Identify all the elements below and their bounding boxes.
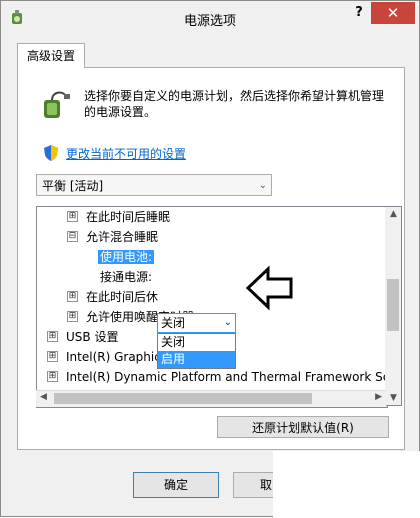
battery-setting-dropdown: 关闭 启用 [157, 333, 236, 369]
collapse-icon[interactable]: ⊟ [67, 231, 78, 242]
tree-item-plugged-in[interactable]: 接通电源: [100, 267, 152, 287]
dropdown-option-off[interactable]: 关闭 [158, 334, 235, 351]
tree-item-label: 接通电源: [100, 270, 153, 284]
tree-item-hybrid-sleep[interactable]: ⊟ 允许混合睡眠 [67, 227, 158, 247]
scroll-down-icon[interactable]: ▼ [385, 393, 402, 403]
tab-advanced-settings[interactable]: 高级设置 [17, 43, 85, 68]
ok-button[interactable]: 确定 [133, 472, 219, 498]
expand-icon[interactable]: ⊞ [67, 211, 78, 222]
expand-icon[interactable]: ⊞ [67, 291, 78, 302]
uac-shield-icon [43, 144, 59, 162]
scroll-right-icon[interactable]: ▶ [375, 392, 382, 402]
help-button[interactable]: ? [349, 5, 369, 23]
chevron-down-icon: ⌄ [223, 317, 232, 328]
cropped-area [273, 451, 420, 518]
tree-item-on-battery[interactable]: 使用电池: [98, 247, 155, 267]
battery-setting-value: 关闭 [161, 316, 186, 330]
restore-defaults-button[interactable]: 还原计划默认值(R) [217, 416, 389, 438]
tree-item-label: 允许混合睡眠 [86, 230, 159, 244]
power-plan-value: 平衡 [活动] [42, 179, 104, 193]
dropdown-option-on[interactable]: 启用 [158, 351, 235, 368]
tree-item-label: 在此时间后睡眠 [86, 210, 171, 224]
tree-horizontal-scrollbar[interactable]: ◀ ▶ [36, 390, 386, 407]
chevron-down-icon: ⌄ [258, 180, 267, 191]
scroll-thumb[interactable] [387, 279, 399, 331]
intro-description: 选择你要自定义的电源计划，然后选择你希望计算机管理的电源设置。 [84, 89, 385, 119]
tree-item-sleep-after[interactable]: ⊞ 在此时间后睡眠 [67, 207, 170, 227]
power-options-window: 电源选项 ? ✕ 高级设置 选择你要自定义的电源计划，然后选择你希望计算机管理的… [0, 0, 420, 518]
tree-item-label: Intel(R) Dynamic Platform and Thermal Fr… [66, 370, 388, 384]
battery-setting-select[interactable]: 关闭 ⌄ [157, 313, 236, 333]
tree-item-usb-settings[interactable]: ⊞ USB 设置 [47, 327, 118, 347]
tree-item-intel-dptf[interactable]: ⊞ Intel(R) Dynamic Platform and Thermal F… [47, 367, 388, 387]
tree-item-label: 在此时间后休 [86, 290, 159, 304]
close-button[interactable]: ✕ [371, 2, 415, 24]
power-plug-icon [38, 88, 72, 122]
settings-tree[interactable]: ⊞ 在此时间后睡眠 ⊟ 允许混合睡眠 使用电池: 接通电源: ⊞ 在此时间后休 ⊞ 允许… [36, 206, 388, 408]
pointer-arrow-icon [245, 265, 295, 311]
advanced-settings-panel: 选择你要自定义的电源计划，然后选择你希望计算机管理的电源设置。 更改当前不可用的… [17, 67, 405, 450]
title-bar: 电源选项 ? ✕ [1, 1, 419, 35]
expand-icon[interactable]: ⊞ [67, 311, 78, 322]
tree-vertical-scrollbar[interactable]: ▲ ▼ [385, 206, 402, 406]
expand-icon[interactable]: ⊞ [47, 371, 58, 382]
expand-icon[interactable]: ⊞ [47, 351, 58, 362]
scroll-thumb[interactable] [54, 393, 312, 404]
change-unavailable-settings-link[interactable]: 更改当前不可用的设置 [66, 145, 186, 162]
tree-item-hibernate-after[interactable]: ⊞ 在此时间后休 [67, 287, 158, 307]
tree-item-label: USB 设置 [66, 330, 119, 344]
expand-icon[interactable]: ⊞ [47, 331, 58, 342]
scroll-up-icon[interactable]: ▲ [385, 209, 402, 219]
power-plan-select[interactable]: 平衡 [活动] ⌄ [36, 174, 272, 196]
tree-item-label: 使用电池: [98, 250, 155, 264]
scroll-left-icon[interactable]: ◀ [40, 392, 47, 402]
